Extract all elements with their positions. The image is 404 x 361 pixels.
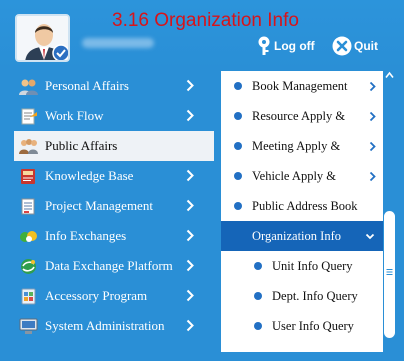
bullet-icon [234, 112, 242, 120]
menu-item-public-affairs[interactable]: Public Affairs [14, 131, 214, 161]
submenu-item-meeting-apply[interactable]: Meeting Apply & [221, 131, 383, 161]
menu-item-system-administration[interactable]: System Administration [14, 311, 214, 341]
knowledge-base-icon [19, 168, 38, 185]
logoff-button[interactable]: Log off [256, 36, 315, 56]
submenu-item-book-management[interactable]: Book Management [221, 71, 383, 101]
chevron-right-icon [186, 319, 194, 332]
submenu-item-dept-info-query[interactable]: Dept. Info Query [221, 281, 383, 311]
quit-button[interactable]: Quit [332, 36, 378, 56]
chevron-right-icon [186, 199, 194, 212]
submenu-item-organization-info[interactable]: Organization Info [221, 221, 383, 251]
submenu-item-public-address-book[interactable]: Public Address Book [221, 191, 383, 221]
menu-item-project-management[interactable]: Project Management [14, 191, 214, 221]
submenu-scrollbar[interactable] [383, 71, 396, 352]
chevron-right-icon [186, 109, 194, 122]
chevron-right-icon [186, 169, 194, 182]
user-avatar[interactable] [15, 14, 70, 62]
submenu-panel: Book Management Resource Apply & Meeting… [221, 71, 383, 352]
scroll-thumb[interactable] [384, 211, 395, 338]
public-affairs-icon [19, 138, 38, 155]
bullet-icon [254, 322, 262, 330]
bullet-icon [234, 142, 242, 150]
menu-item-accessory-program[interactable]: Accessory Program [14, 281, 214, 311]
close-icon [332, 36, 352, 56]
bullet-icon [254, 262, 262, 270]
personal-affairs-icon [19, 78, 38, 95]
main-menu: Personal Affairs Work Flow Public Affair… [14, 71, 214, 341]
menu-item-info-exchanges[interactable]: Info Exchanges [14, 221, 214, 251]
bullet-icon [234, 172, 242, 180]
chevron-right-icon [369, 141, 376, 152]
data-exchange-icon [19, 258, 38, 275]
project-management-icon [19, 198, 38, 215]
grip-lines-icon [386, 269, 393, 275]
accessory-program-icon [19, 288, 38, 305]
submenu-item-user-info-query[interactable]: User Info Query [221, 311, 383, 341]
chevron-right-icon [186, 79, 194, 92]
info-exchanges-icon [19, 228, 38, 245]
key-icon [258, 36, 270, 55]
submenu-item-unit-info-query[interactable]: Unit Info Query [221, 251, 383, 281]
system-admin-icon [19, 318, 38, 335]
app-window: 3.16 Organization Info Log off Quit Pers [0, 0, 404, 361]
scroll-up-icon[interactable] [385, 71, 394, 79]
chevron-right-icon [186, 259, 194, 272]
menu-item-data-exchange-platform[interactable]: Data Exchange Platform [14, 251, 214, 281]
chevron-right-icon [369, 111, 376, 122]
bullet-icon [234, 82, 242, 90]
username-blurred [82, 38, 154, 48]
menu-item-knowledge-base[interactable]: Knowledge Base [14, 161, 214, 191]
menu-item-work-flow[interactable]: Work Flow [14, 101, 214, 131]
submenu-item-vehicle-apply[interactable]: Vehicle Apply & [221, 161, 383, 191]
chevron-down-icon [365, 233, 375, 240]
user-icon [17, 16, 68, 60]
menu-item-personal-affairs[interactable]: Personal Affairs [14, 71, 214, 101]
bullet-icon [254, 292, 262, 300]
chevron-right-icon [369, 81, 376, 92]
quit-label: Quit [354, 39, 378, 53]
chevron-right-icon [186, 289, 194, 302]
header: 3.16 Organization Info Log off Quit [0, 0, 404, 70]
chevron-right-icon [186, 229, 194, 242]
submenu-item-resource-apply[interactable]: Resource Apply & [221, 101, 383, 131]
work-flow-icon [19, 108, 38, 125]
chevron-right-icon [369, 171, 376, 182]
logoff-label: Log off [274, 39, 315, 53]
page-title: 3.16 Organization Info [112, 10, 299, 31]
bullet-icon [234, 202, 242, 210]
